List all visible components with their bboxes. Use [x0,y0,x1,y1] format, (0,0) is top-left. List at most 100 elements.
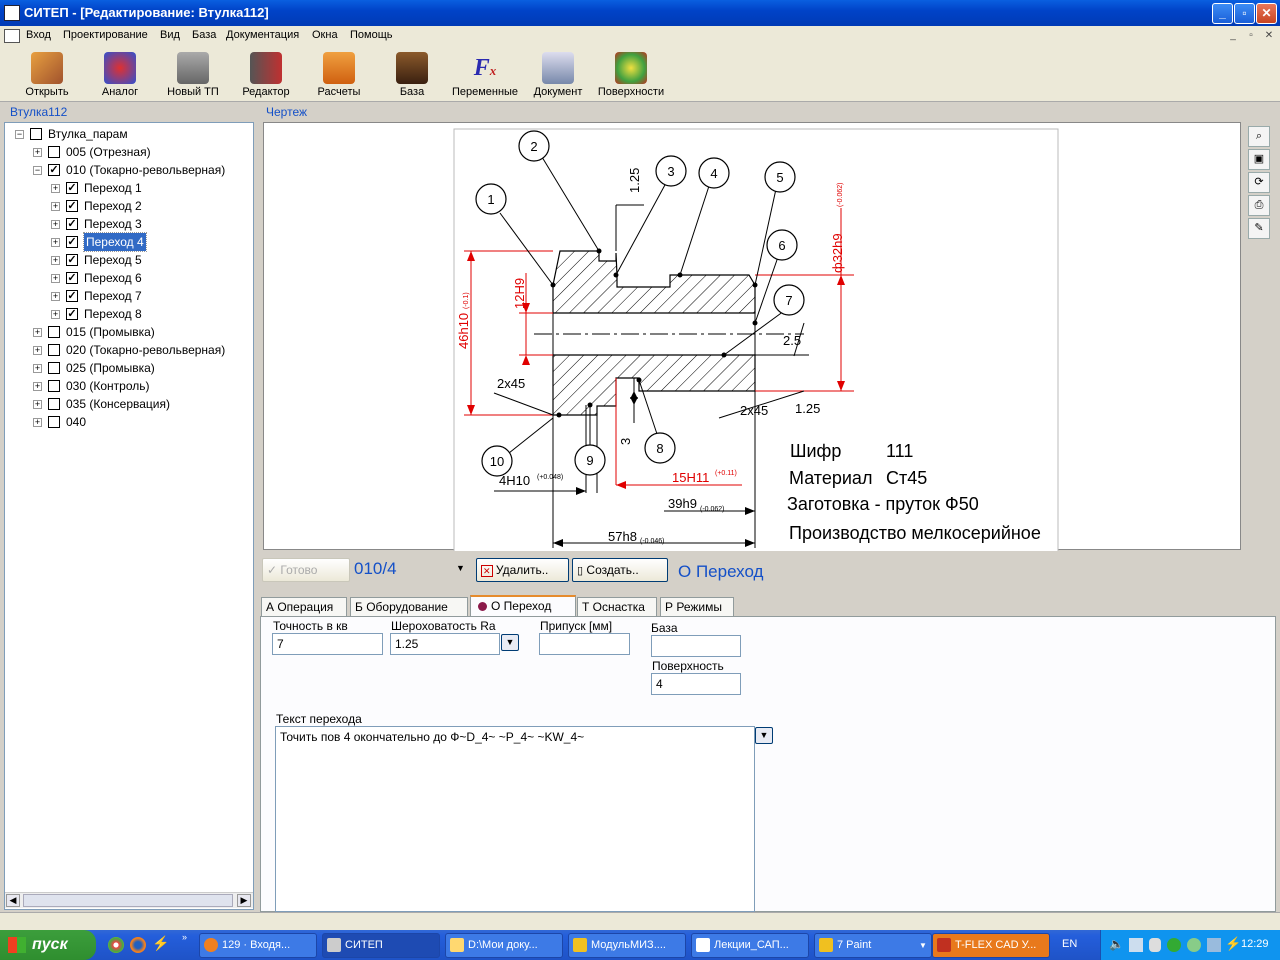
tree-checkbox[interactable]: ✓ [66,182,78,194]
tree-checkbox[interactable]: ✓ [48,164,60,176]
tree-checkbox[interactable]: ✓ [66,308,78,320]
tree-item[interactable]: + ✓ Переход 3 [5,215,251,233]
menu-vhod[interactable]: Вход [26,29,51,41]
tab-osnastka[interactable]: Т Оснастка [577,597,657,617]
menu-pomosh[interactable]: Помощь [350,29,393,41]
usb-icon[interactable] [1149,938,1161,952]
tray-app-icon[interactable] [1187,938,1201,952]
menu-proektirovanie[interactable]: Проектирование [63,29,148,41]
quicklaunch-icon[interactable]: ⚡ [152,935,169,952]
expand-icon[interactable]: + [51,238,60,247]
close-button[interactable]: ✕ [1256,3,1277,24]
accuracy-input[interactable]: 7 [272,633,383,655]
calculations-button[interactable]: Расчеты [303,48,375,100]
task-modul[interactable]: МодульМИЗ.... [568,933,686,958]
maximize-button[interactable]: ▫ [1234,3,1255,24]
editor-button[interactable]: Редактор [230,48,302,100]
expand-icon[interactable]: + [33,364,42,373]
wand-icon[interactable]: ✎ [1248,218,1270,239]
mdi-restore-button[interactable]: ▫ [1244,29,1258,42]
scroll-left-arrow[interactable]: ◀ [6,894,20,907]
tree-checkbox[interactable]: ✓ [66,290,78,302]
expand-icon[interactable]: + [33,328,42,337]
base-input[interactable] [651,635,741,657]
tree-item[interactable]: +025 (Промывка) [5,359,251,377]
task-tflex[interactable]: T-FLEX CAD У... [932,933,1050,958]
drawing-viewport[interactable]: 1 2 3 4 5 6 7 8 9 10 1.25 2.5 2x45 2x45 … [263,122,1241,551]
surfaces-button[interactable]: Поверхности [595,48,667,100]
expand-icon[interactable]: + [51,256,60,265]
tree-item[interactable]: + ✓ Переход 4 [5,232,251,252]
tree-checkbox[interactable] [48,326,60,338]
tree-checkbox[interactable] [30,128,42,140]
tree-item[interactable]: +015 (Промывка) [5,323,251,341]
menu-vid[interactable]: Вид [160,29,180,41]
tree-horizontal-scrollbar[interactable]: ◀ ▶ [5,892,253,908]
expand-icon[interactable]: + [51,202,60,211]
tree-item[interactable]: − Втулка_парам [5,125,251,143]
delete-button[interactable]: ✕ Удалить.. [476,558,569,582]
analog-button[interactable]: Аналог [84,48,156,100]
tab-perehod[interactable]: О Переход [470,595,576,617]
expand-icon[interactable]: + [51,292,60,301]
open-button[interactable]: Открыть [11,48,83,100]
tree-item[interactable]: +035 (Консервация) [5,395,251,413]
database-button[interactable]: База [376,48,448,100]
roughness-input[interactable]: 1.25 [390,633,500,655]
tree-item[interactable]: + ✓ Переход 7 [5,287,251,305]
expand-quicklaunch-icon[interactable]: » [182,932,187,942]
print-icon[interactable]: ⎙ [1248,195,1270,216]
scroll-right-arrow[interactable]: ▶ [237,894,251,907]
task-sitep[interactable]: СИТЕП [322,933,440,958]
network-icon[interactable] [1129,938,1143,952]
scroll-thumb[interactable] [23,894,233,907]
mdi-close-button[interactable]: ✕ [1262,29,1276,42]
refresh-icon[interactable]: ⟳ [1248,172,1270,193]
tree-item[interactable]: + ✓ Переход 8 [5,305,251,323]
tree-checkbox[interactable] [48,398,60,410]
tab-rezhimy[interactable]: Р Режимы [660,597,734,617]
tree-item[interactable]: +020 (Токарно-револьверная) [5,341,251,359]
antivirus-icon[interactable] [1167,938,1181,952]
ready-button[interactable]: ✓ Готово [262,558,350,582]
tree-item[interactable]: + ✓ Переход 6 [5,269,251,287]
surface-input[interactable]: 4 [651,673,741,695]
language-indicator[interactable]: EN [1062,938,1077,950]
firefox-icon[interactable] [130,937,146,953]
task-explorer[interactable]: D:\Мои доку... [445,933,563,958]
tree-item[interactable]: + ✓ Переход 1 [5,179,251,197]
zoom-icon[interactable]: ⌕ [1248,126,1270,147]
menu-okna[interactable]: Окна [312,29,338,41]
tab-operaciya[interactable]: А Операция [261,597,347,617]
volume-icon[interactable]: 🔈 [1109,937,1124,951]
transition-code-select[interactable]: 010/4 ▼ [354,559,466,581]
document-button[interactable]: Документ [522,48,594,100]
tree-checkbox[interactable]: ✓ [66,272,78,284]
minimize-button[interactable]: _ [1212,3,1233,24]
menu-dokumentaciya[interactable]: Документация [226,29,299,41]
expand-icon[interactable]: + [33,346,42,355]
tree-item[interactable]: + ✓ Переход 2 [5,197,251,215]
expand-icon[interactable]: + [33,148,42,157]
tree-checkbox[interactable] [48,380,60,392]
task-lekcii[interactable]: Лекции_САП... [691,933,809,958]
tree-item[interactable]: − ✓ 010 (Токарно-револьверная) [5,161,251,179]
tray-monitor-icon[interactable] [1207,938,1221,952]
tab-oborudovanie[interactable]: Б Оборудование [350,597,468,617]
create-button[interactable]: ▯ Создать.. [572,558,668,582]
chrome-icon[interactable] [108,937,124,953]
expand-icon[interactable]: + [51,310,60,319]
expand-icon[interactable]: + [51,220,60,229]
task-mail[interactable]: 129 · Входя... [199,933,317,958]
tree-checkbox[interactable]: ✓ [66,200,78,212]
tree-checkbox[interactable] [48,362,60,374]
tree-checkbox[interactable] [48,416,60,428]
new-tp-button[interactable]: Новый ТП [157,48,229,100]
expand-icon[interactable]: + [33,382,42,391]
fit-view-icon[interactable]: ▣ [1248,149,1270,170]
transition-text-dropdown[interactable]: ▼ [755,727,773,744]
tree-checkbox[interactable] [48,344,60,356]
tree-checkbox[interactable]: ✓ [66,218,78,230]
variables-button[interactable]: Fx Переменные [449,48,521,100]
tree-item[interactable]: +005 (Отрезная) [5,143,251,161]
